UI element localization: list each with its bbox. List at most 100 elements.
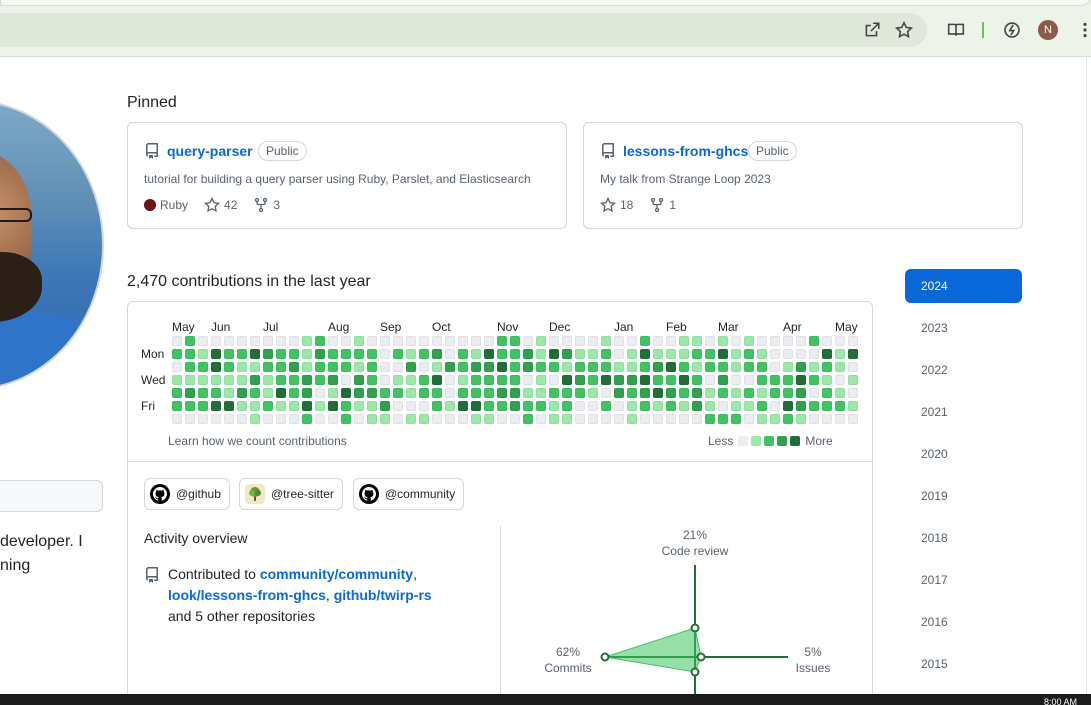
contribution-day[interactable] [406, 375, 416, 385]
contribution-day[interactable] [224, 362, 234, 372]
contribution-day[interactable] [705, 401, 715, 411]
year-button-2024[interactable]: 2024 [905, 269, 1022, 303]
contribution-day[interactable] [692, 336, 702, 346]
contribution-day[interactable] [757, 401, 767, 411]
contribution-day[interactable] [614, 401, 624, 411]
contribution-day[interactable] [549, 336, 559, 346]
contribution-day[interactable] [562, 375, 572, 385]
contribution-day[interactable] [731, 414, 741, 424]
org-filter-tree-sitter[interactable]: @tree-sitter [239, 478, 343, 510]
contribution-day[interactable] [549, 388, 559, 398]
contribution-day[interactable] [666, 336, 676, 346]
contribution-day[interactable] [614, 414, 624, 424]
contribution-day[interactable] [406, 401, 416, 411]
contribution-day[interactable] [627, 375, 637, 385]
contribution-day[interactable] [471, 349, 481, 359]
contribution-day[interactable] [601, 349, 611, 359]
repo-stars[interactable]: 18 [600, 197, 633, 213]
contribution-day[interactable] [575, 336, 585, 346]
contribution-day[interactable] [341, 349, 351, 359]
contribution-day[interactable] [692, 362, 702, 372]
contribution-day[interactable] [835, 336, 845, 346]
contribution-day[interactable] [497, 414, 507, 424]
contribution-day[interactable] [731, 349, 741, 359]
contribution-day[interactable] [354, 375, 364, 385]
contribution-day[interactable] [809, 349, 819, 359]
contribution-day[interactable] [679, 414, 689, 424]
contribution-day[interactable] [549, 375, 559, 385]
contribution-day[interactable] [302, 414, 312, 424]
contribution-day[interactable] [328, 401, 338, 411]
contribution-day[interactable] [692, 414, 702, 424]
contribution-day[interactable] [692, 388, 702, 398]
contribution-day[interactable] [211, 362, 221, 372]
contribution-day[interactable] [718, 375, 728, 385]
contribution-day[interactable] [822, 388, 832, 398]
contribution-day[interactable] [783, 401, 793, 411]
contribution-day[interactable] [380, 349, 390, 359]
contribution-day[interactable] [549, 414, 559, 424]
contribution-day[interactable] [783, 362, 793, 372]
contribution-day[interactable] [835, 375, 845, 385]
contribution-day[interactable] [302, 336, 312, 346]
contribution-day[interactable] [575, 349, 585, 359]
contribution-day[interactable] [627, 362, 637, 372]
contribution-day[interactable] [445, 362, 455, 372]
contribution-day[interactable] [653, 362, 663, 372]
contribution-day[interactable] [224, 375, 234, 385]
contribution-day[interactable] [237, 388, 247, 398]
contribution-day[interactable] [172, 388, 182, 398]
contribution-day[interactable] [679, 401, 689, 411]
performance-icon[interactable] [1001, 19, 1023, 41]
contribution-day[interactable] [757, 362, 767, 372]
contribution-day[interactable] [705, 336, 715, 346]
contribution-day[interactable] [406, 414, 416, 424]
contribution-day[interactable] [445, 349, 455, 359]
contribution-day[interactable] [653, 375, 663, 385]
contribution-day[interactable] [445, 388, 455, 398]
contribution-day[interactable] [510, 375, 520, 385]
contribution-day[interactable] [536, 362, 546, 372]
contribution-day[interactable] [484, 388, 494, 398]
contribution-day[interactable] [835, 414, 845, 424]
contribution-day[interactable] [835, 362, 845, 372]
contribution-day[interactable] [484, 375, 494, 385]
contribution-day[interactable] [835, 349, 845, 359]
contribution-day[interactable] [419, 401, 429, 411]
contribution-day[interactable] [510, 401, 520, 411]
contribution-day[interactable] [770, 414, 780, 424]
profile-photo[interactable] [0, 100, 104, 390]
contribution-day[interactable] [653, 414, 663, 424]
contribution-day[interactable] [783, 414, 793, 424]
contribution-day[interactable] [796, 362, 806, 372]
contribution-day[interactable] [809, 336, 819, 346]
contribution-day[interactable] [614, 362, 624, 372]
contribution-day[interactable] [536, 401, 546, 411]
contribution-day[interactable] [640, 414, 650, 424]
contribution-day[interactable] [289, 388, 299, 398]
contribution-day[interactable] [393, 336, 403, 346]
contribution-day[interactable] [328, 414, 338, 424]
contribution-day[interactable] [848, 401, 858, 411]
contribution-day[interactable] [757, 388, 767, 398]
contribution-day[interactable] [224, 349, 234, 359]
contribution-day[interactable] [588, 414, 598, 424]
contribution-day[interactable] [627, 349, 637, 359]
contribution-day[interactable] [172, 362, 182, 372]
contribution-day[interactable] [549, 362, 559, 372]
year-button-2015[interactable]: 2015 [905, 647, 1022, 681]
contribution-day[interactable] [289, 401, 299, 411]
contribution-day[interactable] [822, 414, 832, 424]
contribution-day[interactable] [458, 349, 468, 359]
contribution-day[interactable] [523, 362, 533, 372]
repo-link-twirp[interactable]: github/twirp-rs [334, 587, 432, 603]
contribution-day[interactable] [822, 349, 832, 359]
contribution-day[interactable] [185, 375, 195, 385]
contribution-day[interactable] [848, 388, 858, 398]
repo-link-lessons[interactable]: look/lessons-from-ghcs [168, 587, 326, 603]
contribution-day[interactable] [627, 414, 637, 424]
contribution-day[interactable] [822, 336, 832, 346]
year-button-2019[interactable]: 2019 [905, 479, 1022, 513]
contribution-day[interactable] [445, 375, 455, 385]
contribution-day[interactable] [172, 414, 182, 424]
